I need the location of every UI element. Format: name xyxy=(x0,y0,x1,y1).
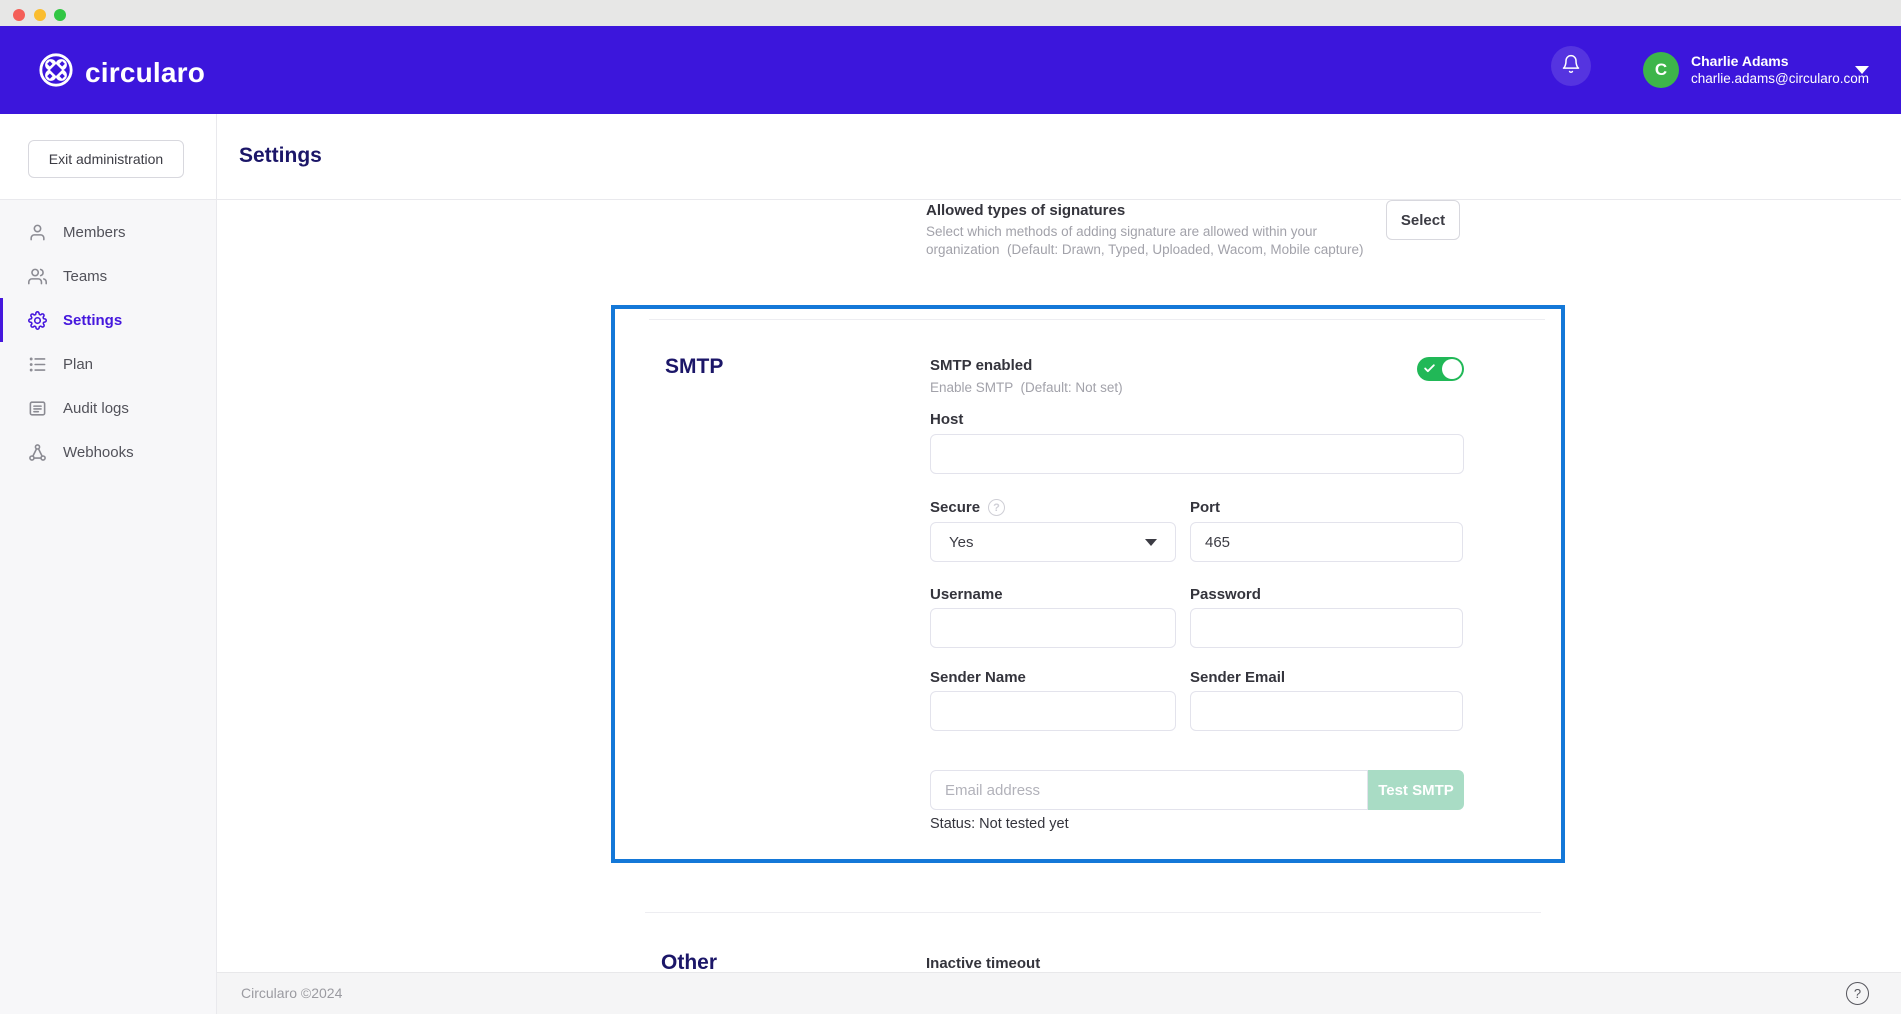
list-icon xyxy=(28,355,47,374)
test-smtp-button[interactable]: Test SMTP xyxy=(1368,770,1464,810)
signatures-setting-title: Allowed types of signatures xyxy=(926,202,1125,219)
sender-name-label: Sender Name xyxy=(930,669,1026,686)
notifications-button[interactable] xyxy=(1551,46,1591,86)
secure-select[interactable]: Yes xyxy=(930,522,1176,562)
user-email: charlie.adams@circularo.com xyxy=(1691,70,1869,87)
nodes-icon xyxy=(28,443,47,462)
app-header: circularo C Charlie Adams charlie.adams@… xyxy=(0,26,1901,114)
copyright-text: Circularo ©2024 xyxy=(241,985,342,1001)
log-box-icon xyxy=(28,399,47,418)
smtp-enabled-label: SMTP enabled xyxy=(930,357,1032,374)
dropdown-caret-icon xyxy=(1145,539,1157,546)
help-tooltip-icon[interactable]: ? xyxy=(988,499,1005,516)
secure-label: Secure xyxy=(930,499,980,516)
sidebar-menu: Members Teams Settings Plan Audit logs xyxy=(0,210,216,474)
smtp-heading: SMTP xyxy=(665,355,723,379)
help-icon[interactable]: ? xyxy=(1846,982,1869,1005)
test-email-input[interactable] xyxy=(930,770,1368,810)
user-avatar[interactable]: C xyxy=(1643,52,1679,88)
macos-titlebar xyxy=(0,0,1901,26)
sidebar-item-settings[interactable]: Settings xyxy=(0,298,216,342)
password-label: Password xyxy=(1190,586,1261,603)
toggle-knob xyxy=(1442,359,1462,379)
password-input[interactable] xyxy=(1190,608,1463,648)
smtp-section-highlight: SMTP SMTP enabled Enable SMTP (Default: … xyxy=(611,305,1565,863)
section-divider xyxy=(645,912,1541,913)
username-label: Username xyxy=(930,586,1003,603)
avatar-initial: C xyxy=(1655,60,1667,80)
sidebar-item-audit-logs[interactable]: Audit logs xyxy=(0,386,216,430)
other-heading: Other xyxy=(661,951,717,972)
signatures-setting-description: Select which methods of adding signature… xyxy=(926,223,1363,259)
host-input[interactable] xyxy=(930,434,1464,474)
admin-sidebar: Exit administration Members Teams Settin… xyxy=(0,114,217,1014)
smtp-enabled-toggle[interactable] xyxy=(1417,357,1464,381)
page-title-row: Settings xyxy=(217,114,1901,200)
sidebar-item-label: Settings xyxy=(63,312,122,329)
section-divider xyxy=(649,319,1545,320)
sidebar-item-label: Teams xyxy=(63,268,107,285)
circularo-logo-icon xyxy=(38,52,74,93)
sidebar-item-label: Members xyxy=(63,224,126,241)
sidebar-item-plan[interactable]: Plan xyxy=(0,342,216,386)
people-icon xyxy=(28,267,47,286)
port-input[interactable] xyxy=(1190,522,1463,562)
gear-icon xyxy=(28,311,47,330)
bell-icon xyxy=(1561,54,1581,79)
close-window-button[interactable] xyxy=(13,9,25,21)
sender-email-input[interactable] xyxy=(1190,691,1463,731)
smtp-test-status: Status: Not tested yet xyxy=(930,816,1069,832)
brand-wordmark: circularo xyxy=(85,57,205,89)
user-name: Charlie Adams xyxy=(1691,52,1869,70)
app-window: circularo C Charlie Adams charlie.adams@… xyxy=(0,0,1901,1014)
smtp-test-row: Test SMTP xyxy=(930,770,1464,810)
circularo-logo[interactable]: circularo xyxy=(38,52,205,93)
sender-email-label: Sender Email xyxy=(1190,669,1285,686)
signatures-select-button[interactable]: Select xyxy=(1386,200,1460,240)
page-title: Settings xyxy=(239,144,322,168)
footer: Circularo ©2024 ? xyxy=(217,972,1901,1014)
chevron-down-icon[interactable] xyxy=(1855,66,1869,74)
username-input[interactable] xyxy=(930,608,1176,648)
port-label: Port xyxy=(1190,499,1220,516)
check-icon xyxy=(1423,362,1436,375)
sidebar-item-webhooks[interactable]: Webhooks xyxy=(0,430,216,474)
active-indicator xyxy=(0,298,3,342)
host-label: Host xyxy=(930,411,963,428)
sidebar-item-label: Plan xyxy=(63,356,93,373)
sidebar-top: Exit administration xyxy=(0,114,216,200)
exit-administration-button[interactable]: Exit administration xyxy=(28,140,184,178)
sidebar-item-teams[interactable]: Teams xyxy=(0,254,216,298)
sidebar-item-label: Audit logs xyxy=(63,400,129,417)
secure-label-row: Secure ? xyxy=(930,499,1005,516)
person-icon xyxy=(28,223,47,242)
smtp-enabled-help: Enable SMTP (Default: Not set) xyxy=(930,379,1123,397)
sidebar-item-members[interactable]: Members xyxy=(0,210,216,254)
secure-selected-value: Yes xyxy=(949,534,973,551)
user-menu[interactable]: Charlie Adams charlie.adams@circularo.co… xyxy=(1691,52,1869,87)
sidebar-item-label: Webhooks xyxy=(63,444,134,461)
sender-name-input[interactable] xyxy=(930,691,1176,731)
settings-content: Allowed types of signatures Select which… xyxy=(217,200,1901,972)
inactive-timeout-label: Inactive timeout xyxy=(926,955,1040,972)
zoom-window-button[interactable] xyxy=(54,9,66,21)
minimize-window-button[interactable] xyxy=(34,9,46,21)
